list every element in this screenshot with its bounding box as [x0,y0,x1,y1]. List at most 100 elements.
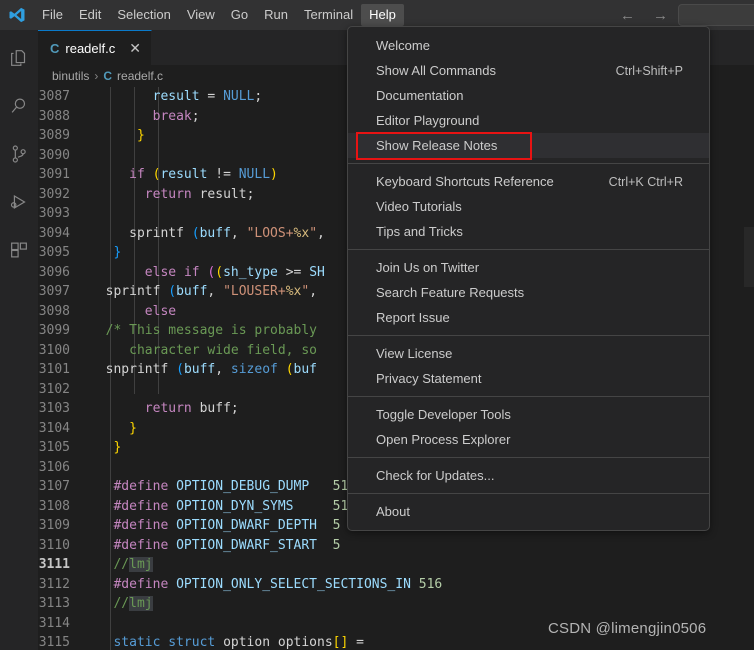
menu-item-toggle-developer-tools[interactable]: Toggle Developer Tools [348,402,709,427]
menu-item-welcome[interactable]: Welcome [348,33,709,58]
code-token: // [113,557,130,572]
code-line[interactable]: 3113 //lmj [38,594,754,614]
line-number: 3110 [38,537,70,553]
code-token: buf [293,362,318,377]
line-number: 3096 [38,264,70,280]
close-icon[interactable]: ✕ [129,40,141,57]
menubar-item-selection[interactable]: Selection [109,4,178,26]
menu-item-show-all-commands[interactable]: Show All Commands Ctrl+Shift+P [348,58,709,83]
menu-item-view-license[interactable]: View License [348,341,709,366]
menu-item-editor-playground[interactable]: Editor Playground [348,108,709,133]
menubar-item-file[interactable]: File [34,4,71,26]
line-number: 3097 [38,284,70,299]
line-number: 3112 [38,576,70,592]
code-token: return [144,186,192,202]
menu-item-label: Privacy Statement [376,371,482,386]
command-center-search[interactable] [678,4,754,26]
menubar-item-help[interactable]: Help [361,4,404,26]
menubar-item-edit[interactable]: Edit [71,4,109,26]
menu-item-report-issue[interactable]: Report Issue [348,305,709,330]
code-token: lmj [129,596,153,611]
menu-item-keyboard-shortcuts-reference[interactable]: Keyboard Shortcuts Reference Ctrl+K Ctrl+… [348,169,709,194]
menubar-item-view[interactable]: View [179,4,223,26]
sidebar-item-run-debug[interactable] [0,180,38,228]
menubar-item-run[interactable]: Run [256,4,296,26]
menu-item-video-tutorials[interactable]: Video Tutorials [348,194,709,219]
menu-item-label: Show All Commands [376,63,496,78]
arrow-left-icon[interactable]: ← [620,8,635,23]
code-token: 51 [332,498,349,514]
code-line[interactable]: 3112 #define OPTION_ONLY_SELECT_SECTIONS… [38,575,754,595]
code-token: buff [183,362,216,377]
activity-bar [0,30,38,650]
code-token: buff [176,284,208,299]
menu-item-label: About [376,504,410,519]
line-number: 3101 [38,362,70,377]
tab-readelf-c[interactable]: C readelf.c ✕ [38,30,152,65]
menubar-item-terminal[interactable]: Terminal [296,4,361,26]
code-token: != [215,167,231,182]
sidebar-item-extensions[interactable] [0,228,38,276]
line-number: 3090 [38,147,70,163]
menu-item-label: Search Feature Requests [376,285,525,300]
code-line[interactable]: 3111 //lmj [38,555,754,575]
code-line[interactable]: 3110 #define OPTION_DWARF_START 5 [38,536,754,556]
menu-item-label: Join Us on Twitter [376,260,480,275]
line-number: 3099 [38,323,70,338]
menu-item-label: View License [376,346,453,361]
menu-item-tips-and-tricks[interactable]: Tips and Tricks [348,219,709,244]
menubar-item-go[interactable]: Go [223,4,256,26]
code-token: , [230,225,247,241]
arrow-right-icon[interactable]: → [653,8,668,23]
sidebar-item-explorer[interactable] [0,36,38,84]
line-number: 3105 [38,440,70,455]
code-token: static [113,635,161,650]
code-token: snprintf [105,362,169,377]
menu-item-search-feature-requests[interactable]: Search Feature Requests [348,280,709,305]
editor-vertical-scrollbar[interactable] [744,87,754,650]
code-token: OPTION_ONLY_SELECT_SECTIONS_IN [176,576,411,592]
sidebar-item-source-control[interactable] [0,132,38,180]
breadcrumb-folder[interactable]: binutils [52,69,89,83]
code-token: sizeof [230,362,278,377]
code-token: option [223,635,271,650]
menu-item-privacy-statement[interactable]: Privacy Statement [348,366,709,391]
code-token: ) [270,167,278,182]
sidebar-item-search[interactable] [0,84,38,132]
code-token: , [207,284,224,299]
line-number: 3098 [38,303,70,319]
code-token: %x [293,225,310,241]
menu-separator [348,457,709,458]
menu-item-about[interactable]: About [348,499,709,524]
menu-item-show-release-notes[interactable]: Show Release Notes [348,133,709,158]
menu-item-open-process-explorer[interactable]: Open Process Explorer [348,427,709,452]
menu-item-check-for-updates[interactable]: Check for Updates... [348,463,709,488]
breadcrumb-file[interactable]: readelf.c [117,69,163,83]
menu-item-label: Toggle Developer Tools [376,407,511,422]
menu-item-label: Video Tutorials [376,199,462,214]
menu-separator [348,396,709,397]
menu-item-join-us-on-twitter[interactable]: Join Us on Twitter [348,255,709,280]
menu-item-documentation[interactable]: Documentation [348,83,709,108]
menu-item-label: Show Release Notes [376,138,498,153]
code-token: %x [285,284,302,299]
tab-label: readelf.c [65,40,116,56]
scrollbar-thumb[interactable] [744,227,754,287]
help-dropdown-menu[interactable]: Welcome Show All Commands Ctrl+Shift+P Docu… [347,26,710,531]
line-number: 3114 [38,615,70,631]
